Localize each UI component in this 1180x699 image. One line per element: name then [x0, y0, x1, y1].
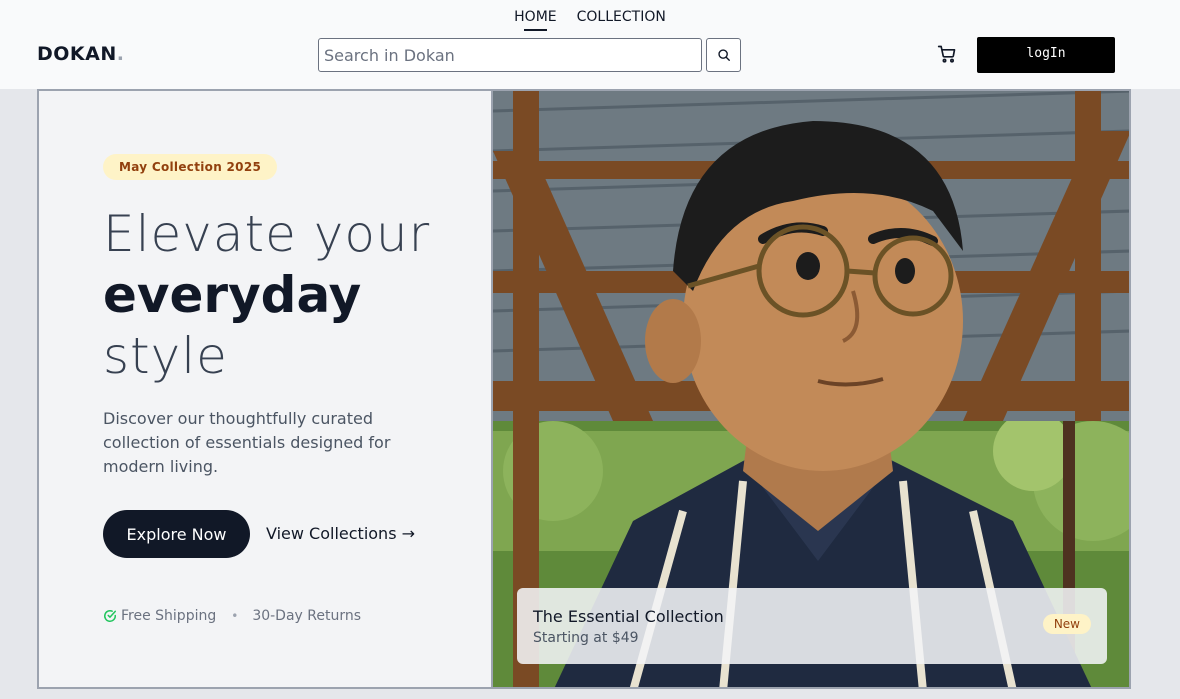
nav-link-home[interactable]: HOME	[514, 9, 557, 31]
hero-text-panel: May Collection 2025 Elevate your everyda…	[39, 91, 493, 687]
new-badge: New	[1042, 614, 1091, 634]
featured-collection-card[interactable]: The Essential Collection Starting at $49…	[517, 588, 1107, 664]
perk-label: Free Shipping	[121, 608, 217, 624]
perk-free-shipping: Free Shipping	[103, 608, 216, 624]
view-collections-link[interactable]: View Collections →	[266, 524, 415, 543]
nav-link-collection[interactable]: COLLECTION	[577, 9, 666, 31]
hero-image-panel: The Essential Collection Starting at $49…	[493, 91, 1129, 687]
headline-line-3: style	[103, 327, 228, 385]
collection-badge: May Collection 2025	[103, 154, 278, 180]
top-nav: HOME COLLECTION	[0, 9, 1180, 31]
cart-icon	[937, 45, 956, 63]
logo-dot: .	[116, 43, 125, 65]
perks-row: Free Shipping • 30-Day Returns	[103, 608, 361, 624]
site-logo[interactable]: DOKAN.	[37, 43, 124, 65]
cart-button[interactable]	[935, 43, 959, 65]
hero-description: Discover our thoughtfully curated collec…	[103, 409, 391, 476]
search-input[interactable]	[318, 38, 702, 72]
explore-now-button[interactable]: Explore Now	[103, 510, 250, 558]
site-header: HOME COLLECTION DOKAN. logIn	[0, 0, 1180, 89]
login-button[interactable]: logIn	[977, 37, 1115, 73]
headline-line-2: everyday	[103, 266, 362, 324]
card-title: The Essential Collection	[533, 607, 724, 626]
card-price: Starting at $49	[533, 630, 639, 646]
perk-label: 30-Day Returns	[252, 608, 362, 624]
headline-line-1: Elevate your	[103, 205, 431, 263]
search-icon	[717, 49, 730, 61]
hero-section: May Collection 2025 Elevate your everyda…	[37, 89, 1131, 689]
perk-separator: •	[231, 609, 239, 623]
perk-returns: 30-Day Returns	[252, 608, 361, 624]
check-circle-icon	[104, 610, 117, 622]
search-button[interactable]	[706, 38, 741, 72]
hero-headline: Elevate your everyday style	[103, 204, 430, 387]
logo-text: DOKAN	[37, 43, 117, 65]
